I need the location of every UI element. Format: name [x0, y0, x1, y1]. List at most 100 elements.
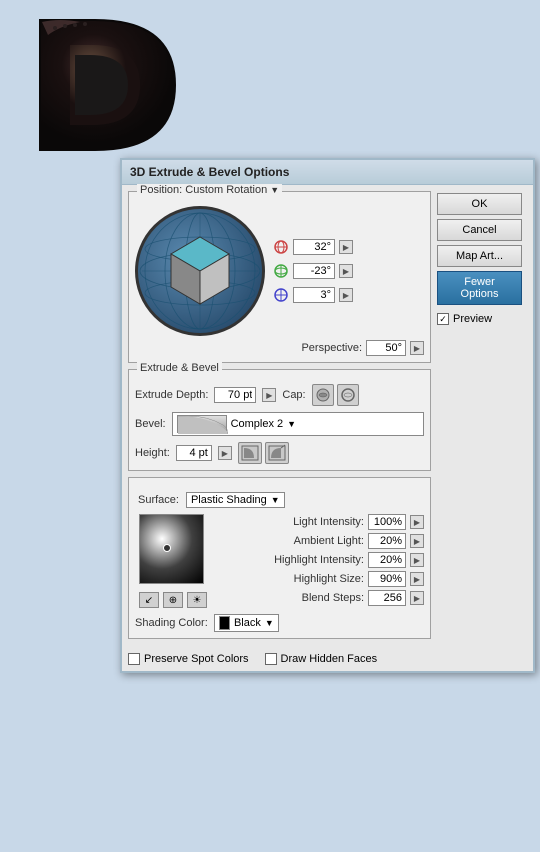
- position-dropdown[interactable]: Custom Rotation ▼: [185, 184, 279, 196]
- ok-button[interactable]: OK: [437, 193, 522, 215]
- ambient-light-input[interactable]: [368, 533, 406, 549]
- preserve-spot-colors-checkbox[interactable]: [128, 653, 140, 665]
- cube-svg: [161, 232, 239, 310]
- surface-icon-2[interactable]: ⊕: [163, 592, 183, 608]
- bevel-select[interactable]: Complex 2 ▼: [172, 412, 424, 436]
- rotation-y-icon: [273, 263, 289, 279]
- rotation-x-row: 32° ▶: [273, 239, 353, 255]
- bevel-dropdown-arrow: ▼: [287, 419, 296, 429]
- logo-icon: [20, 10, 180, 160]
- rotation-y-row: -23° ▶: [273, 263, 353, 279]
- dialog-body: Position: Custom Rotation ▼: [122, 185, 533, 671]
- surface-controls: Light Intensity: ▶ Ambient Light: ▶ High…: [215, 514, 424, 608]
- perspective-input[interactable]: [366, 340, 406, 356]
- highlight-intensity-input[interactable]: [368, 552, 406, 568]
- surface-icon-1[interactable]: ↙: [139, 592, 159, 608]
- bevel-in-button[interactable]: [238, 442, 262, 464]
- shading-color-row: Shading Color: Black ▼: [135, 614, 424, 632]
- dialog-left: Position: Custom Rotation ▼: [128, 191, 431, 665]
- cap-icons: [312, 384, 359, 406]
- cap-on-button[interactable]: [312, 384, 334, 406]
- surface-dropdown-arrow: ▼: [271, 495, 280, 505]
- height-row: Height: ▶: [135, 442, 424, 464]
- extrude-section: Extrude & Bevel Extrude Depth: ▶ Cap:: [128, 369, 431, 471]
- shading-color-arrow: ▼: [265, 618, 274, 628]
- blend-steps-input[interactable]: [368, 590, 406, 606]
- rotation-area: 32° ▶ -23°: [135, 206, 424, 336]
- rotation-controls: 32° ▶ -23°: [273, 239, 353, 303]
- light-intensity-row: Light Intensity: ▶: [215, 514, 424, 530]
- checkbox-row: Preserve Spot Colors Draw Hidden Faces: [128, 653, 431, 665]
- perspective-label: Perspective:: [301, 342, 362, 354]
- position-dropdown-arrow: ▼: [270, 185, 279, 195]
- logo-area: [20, 10, 200, 165]
- ambient-light-label: Ambient Light:: [294, 535, 364, 547]
- cap-off-button[interactable]: [337, 384, 359, 406]
- extrude-section-label: Extrude & Bevel: [137, 362, 222, 374]
- light-intensity-input[interactable]: [368, 514, 406, 530]
- preserve-spot-colors-label: Preserve Spot Colors: [144, 653, 249, 665]
- surface-type-dropdown[interactable]: Plastic Shading ▼: [186, 492, 285, 508]
- highlight-size-row: Highlight Size: ▶: [215, 571, 424, 587]
- shading-color-label: Shading Color:: [135, 617, 208, 629]
- preserve-spot-colors-item: Preserve Spot Colors: [128, 653, 249, 665]
- map-art-button[interactable]: Map Art...: [437, 245, 522, 267]
- shading-color-dropdown[interactable]: Black ▼: [214, 614, 279, 632]
- draw-hidden-faces-item: Draw Hidden Faces: [265, 653, 378, 665]
- highlight-intensity-row: Highlight Intensity: ▶: [215, 552, 424, 568]
- blend-steps-row: Blend Steps: ▶: [215, 590, 424, 606]
- surface-header: Surface: Plastic Shading ▼: [135, 492, 424, 508]
- shading-color-swatch: [219, 616, 230, 630]
- highlight-size-input[interactable]: [368, 571, 406, 587]
- height-step[interactable]: ▶: [218, 446, 232, 460]
- dialog-right: OK Cancel Map Art... Fewer Options ✓ Pre…: [437, 191, 527, 665]
- bevel-direction-icons: [238, 442, 289, 464]
- highlight-intensity-step[interactable]: ▶: [410, 553, 424, 567]
- rotation-x-input[interactable]: 32°: [293, 239, 335, 255]
- bevel-value: Complex 2: [231, 418, 284, 430]
- extrude-depth-step[interactable]: ▶: [262, 388, 276, 402]
- height-input[interactable]: [176, 445, 212, 461]
- blend-steps-step[interactable]: ▶: [410, 591, 424, 605]
- highlight-size-step[interactable]: ▶: [410, 572, 424, 586]
- position-section: Position: Custom Rotation ▼: [128, 191, 431, 363]
- light-intensity-label: Light Intensity:: [293, 516, 364, 528]
- bevel-out-button[interactable]: [265, 442, 289, 464]
- preview-label: Preview: [453, 313, 492, 325]
- draw-hidden-faces-label: Draw Hidden Faces: [281, 653, 378, 665]
- surface-preview[interactable]: [139, 514, 204, 584]
- highlight-size-label: Highlight Size:: [294, 573, 364, 585]
- light-intensity-step[interactable]: ▶: [410, 515, 424, 529]
- perspective-step[interactable]: ▶: [410, 341, 424, 355]
- surface-icon-3[interactable]: ☀: [187, 592, 207, 608]
- rotation-y-step[interactable]: ▶: [339, 264, 353, 278]
- fewer-options-button[interactable]: Fewer Options: [437, 271, 522, 305]
- cap-label: Cap:: [282, 389, 305, 401]
- sphere-container[interactable]: [135, 206, 265, 336]
- rotation-y-input[interactable]: -23°: [293, 263, 335, 279]
- surface-type-value: Plastic Shading: [191, 494, 267, 506]
- dialog: 3D Extrude & Bevel Options Position: Cus…: [120, 158, 535, 673]
- preview-checkbox[interactable]: ✓: [437, 313, 449, 325]
- rotation-z-row: 3° ▶: [273, 287, 353, 303]
- bevel-preview: [177, 415, 227, 433]
- highlight-intensity-label: Highlight Intensity:: [274, 554, 364, 566]
- rotation-z-icon: [273, 287, 289, 303]
- draw-hidden-faces-checkbox[interactable]: [265, 653, 277, 665]
- surface-bottom-icons: ↙ ⊕ ☀: [135, 592, 207, 608]
- preview-check-row: ✓ Preview: [437, 313, 527, 325]
- bevel-row: Bevel: Complex 2 ▼: [135, 412, 424, 436]
- extrude-depth-row: Extrude Depth: ▶ Cap:: [135, 384, 424, 406]
- rotation-z-step[interactable]: ▶: [339, 288, 353, 302]
- rotation-z-input[interactable]: 3°: [293, 287, 335, 303]
- ambient-light-step[interactable]: ▶: [410, 534, 424, 548]
- surface-content: ↙ ⊕ ☀ Light Intensity: ▶: [135, 514, 424, 608]
- cancel-button[interactable]: Cancel: [437, 219, 522, 241]
- shading-color-value: Black: [234, 617, 261, 629]
- extrude-depth-input[interactable]: [214, 387, 256, 403]
- rotation-sphere[interactable]: [135, 206, 265, 336]
- dialog-title: 3D Extrude & Bevel Options: [122, 160, 533, 185]
- light-handle[interactable]: [163, 544, 171, 552]
- height-label: Height:: [135, 447, 170, 459]
- rotation-x-step[interactable]: ▶: [339, 240, 353, 254]
